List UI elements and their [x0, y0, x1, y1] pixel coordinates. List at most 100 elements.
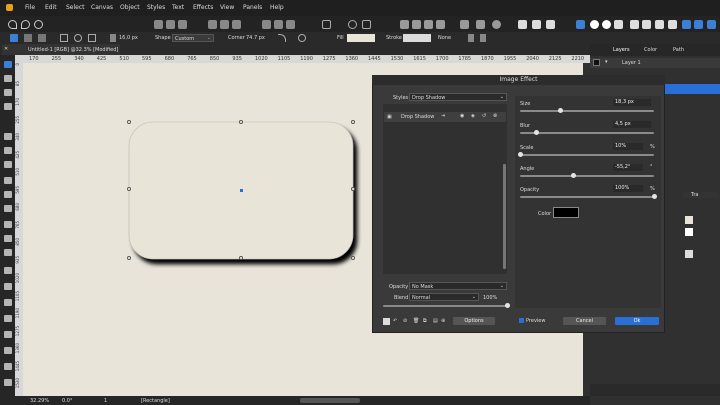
distribute-icon[interactable]	[208, 20, 217, 29]
polygon-tool[interactable]	[4, 221, 12, 228]
shape-select[interactable]: Custom ⌄	[172, 34, 214, 42]
pen-tool[interactable]	[4, 133, 12, 140]
misc-tool[interactable]	[4, 379, 12, 386]
fill-tool[interactable]	[4, 249, 12, 256]
pointer-mode-icon[interactable]	[576, 20, 585, 29]
ellipse-tool[interactable]	[4, 205, 12, 212]
scale-knob[interactable]	[517, 152, 523, 157]
brush-tool[interactable]	[4, 89, 12, 96]
stack-icon[interactable]: ◈	[471, 113, 475, 119]
panel-6-icon[interactable]	[694, 20, 703, 29]
preview-checkbox[interactable]	[519, 318, 524, 323]
angle-slider[interactable]	[520, 175, 654, 177]
circle-mode-icon[interactable]	[590, 20, 599, 29]
add-icon[interactable]: ⊕	[441, 318, 445, 324]
panel-1-icon[interactable]	[630, 20, 639, 29]
arrange-front-icon[interactable]	[286, 20, 295, 29]
panel-3-icon[interactable]	[655, 20, 664, 29]
tab-layers[interactable]: Layers	[613, 47, 630, 53]
visibility-icon[interactable]: ◉	[460, 113, 464, 119]
opacity-knob[interactable]	[651, 194, 657, 199]
options-button[interactable]: Options	[453, 317, 495, 325]
boolean-exclude-icon[interactable]	[436, 20, 445, 29]
size-knob[interactable]	[557, 108, 563, 113]
panel-5-icon[interactable]	[682, 20, 691, 29]
undo-effect-icon[interactable]: ↶	[393, 318, 397, 324]
cancel-button[interactable]: Cancel	[563, 317, 606, 325]
panel-2-icon[interactable]	[642, 20, 651, 29]
scale-slider[interactable]	[520, 154, 654, 156]
menu-view[interactable]: View	[220, 4, 234, 11]
effect-item[interactable]: ▣ Drop Shadow ⇥ ◉ ◈ ↺ ⊗	[384, 112, 506, 122]
boolean-subtract-icon[interactable]	[412, 20, 421, 29]
blur-knob[interactable]	[533, 130, 539, 135]
blend-opacity-knob[interactable]	[504, 303, 510, 308]
transform-icon[interactable]	[322, 20, 331, 29]
stroke-width-value[interactable]: None	[438, 35, 451, 41]
swatch-1[interactable]	[685, 216, 693, 224]
redo-icon[interactable]	[21, 20, 30, 29]
menu-effects[interactable]: Effects	[193, 4, 213, 11]
color-tool[interactable]	[4, 363, 12, 370]
blend-select[interactable]: Normal ⌄	[409, 293, 479, 301]
size-field[interactable]: 18,3 px	[613, 99, 651, 106]
select-tool[interactable]	[4, 61, 12, 68]
shadow-color-swatch[interactable]	[553, 207, 579, 218]
angle-value[interactable]: 0.0°	[62, 398, 72, 404]
corner-value[interactable]: 74.7 px	[246, 35, 265, 41]
blur-slider[interactable]	[520, 132, 654, 134]
horizontal-scrollbar[interactable]	[300, 398, 360, 403]
angle-field[interactable]: -55,2°	[613, 164, 643, 171]
align-right-icon[interactable]	[178, 20, 187, 29]
view-1-icon[interactable]	[518, 20, 527, 29]
resize-handle-t[interactable]	[239, 120, 243, 124]
boolean-union-icon[interactable]	[400, 20, 409, 29]
scale-field[interactable]: 10%	[613, 143, 643, 150]
pencil-tool[interactable]	[4, 147, 12, 154]
polygon-icon[interactable]	[88, 34, 96, 42]
opacity-field[interactable]: 100%	[613, 185, 643, 192]
rect-tool[interactable]	[4, 191, 12, 198]
rect-icon[interactable]	[60, 34, 68, 42]
boolean-intersect-icon[interactable]	[424, 20, 433, 29]
view-3-icon[interactable]	[546, 20, 555, 29]
stroke-style-icon[interactable]	[468, 34, 474, 42]
select-tool-icon[interactable]	[10, 34, 18, 42]
bezier-tool[interactable]	[4, 161, 12, 168]
menu-help[interactable]: Help	[270, 4, 284, 11]
hand-tool[interactable]	[4, 331, 12, 338]
menu-styles[interactable]: Styles	[147, 4, 165, 11]
copy-icon[interactable]: ⧉	[423, 318, 427, 324]
blend-percent[interactable]: 100%	[483, 295, 497, 301]
transform-tool-icon[interactable]	[38, 34, 46, 42]
blur-field[interactable]: 4,5 px	[613, 121, 651, 128]
tab-path[interactable]: Path	[673, 47, 684, 53]
menu-edit[interactable]: Edit	[45, 4, 57, 11]
size-value[interactable]: 16,0 px	[119, 35, 138, 41]
settings-icon[interactable]	[476, 20, 485, 29]
styles-select[interactable]: Drop Shadow ⌄	[409, 93, 507, 101]
resize-handle-b[interactable]	[239, 256, 243, 260]
size-slider[interactable]	[520, 110, 654, 112]
document-tab[interactable]: Untitled-1 [RGB] @32.3% [Modified] ✕	[2, 44, 120, 55]
corner-round-icon[interactable]	[278, 34, 286, 42]
resize-handle-bl[interactable]	[127, 256, 131, 260]
star-tool[interactable]	[4, 235, 12, 242]
gradient-tool[interactable]	[4, 267, 12, 274]
eyedropper-tool[interactable]	[4, 315, 12, 322]
resize-handle-br[interactable]	[351, 256, 355, 260]
menu-select[interactable]: Select	[66, 4, 85, 11]
layer-row[interactable]: Layer 1 ▾	[590, 58, 720, 68]
tab-color[interactable]: Color	[644, 47, 657, 53]
grid-icon[interactable]	[362, 20, 371, 29]
refresh-icon[interactable]	[34, 20, 43, 29]
resize-handle-l[interactable]	[127, 187, 131, 191]
menu-object[interactable]: Object	[120, 4, 140, 11]
stroke-swatch[interactable]	[403, 34, 431, 42]
menu-text[interactable]: Text	[172, 4, 184, 11]
zoom-value[interactable]: 32.29%	[30, 398, 49, 404]
transparency-field[interactable]: Tra	[683, 192, 718, 198]
resize-handle-r[interactable]	[351, 187, 355, 191]
path-icon[interactable]	[460, 20, 469, 29]
resize-handle-tl[interactable]	[127, 120, 131, 124]
